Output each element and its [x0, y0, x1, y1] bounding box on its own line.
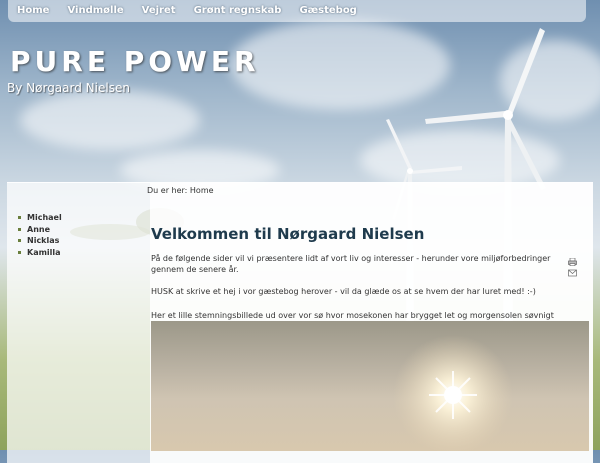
print-icon[interactable]	[568, 258, 577, 266]
sidebar-menu: Michael Anne Nicklas Kamilla	[18, 212, 62, 258]
article-title: Velkommen til Nørgaard Nielsen	[151, 225, 425, 243]
sidebar-item-label: Nicklas	[27, 236, 60, 245]
nav-item-vejret[interactable]: Vejret	[133, 0, 185, 22]
nav-item-gront-regnskab[interactable]: Grønt regnskab	[185, 0, 291, 22]
top-nav: Home Vindmølle Vejret Grønt regnskab Gæs…	[8, 0, 586, 22]
sidebar-item-michael[interactable]: Michael	[18, 212, 62, 224]
intro-paragraph: På de følgende sider vil vi præsentere l…	[151, 254, 551, 274]
bullet-icon	[18, 227, 21, 231]
sidebar-item-kamilla[interactable]: Kamilla	[18, 247, 62, 259]
breadcrumb: Du er her: Home	[147, 186, 214, 195]
guestbook-paragraph: HUSK at skrive et hej i vor gæstebog her…	[151, 287, 536, 296]
sidebar-item-label: Anne	[27, 224, 51, 234]
site-title: PURE POWER	[10, 45, 260, 78]
nav-item-vindmolle[interactable]: Vindmølle	[58, 0, 132, 22]
sidebar-item-label: Kamilla	[27, 247, 61, 257]
sun-image	[393, 335, 513, 451]
sidebar-item-label: Michael	[27, 213, 62, 222]
email-icon[interactable]	[568, 269, 577, 277]
sunrise-photo	[151, 321, 589, 451]
site-subtitle: By Nørgaard Nielsen	[7, 81, 130, 95]
nav-item-gaestebog[interactable]: Gæstebog	[290, 0, 365, 22]
article-actions	[568, 258, 577, 280]
nav-item-home[interactable]: Home	[8, 0, 58, 22]
sidebar-item-anne[interactable]: Anne	[18, 224, 62, 236]
bullet-icon	[18, 250, 21, 254]
bullet-icon	[18, 239, 21, 243]
bullet-icon	[18, 216, 21, 220]
sidebar-item-nicklas[interactable]: Nicklas	[18, 235, 62, 247]
